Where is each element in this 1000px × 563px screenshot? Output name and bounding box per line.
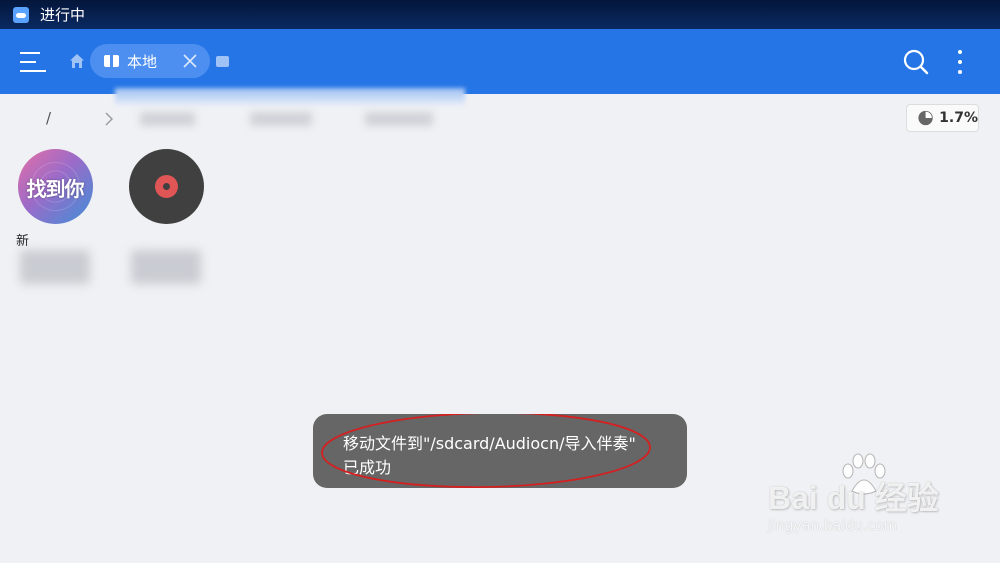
watermark-brand: Bai du 经验 <box>768 480 939 516</box>
file-item[interactable]: 找到你 新 <box>10 149 100 284</box>
home-icon[interactable] <box>69 53 85 69</box>
tab-local-label: 本地 <box>127 52 158 71</box>
book-icon <box>104 55 119 67</box>
watermark-url: jingyan.baidu.com <box>768 518 898 534</box>
baidu-jingyan-watermark: Bai du 经验 jingyan.baidu.com <box>768 453 988 543</box>
file-item[interactable] <box>121 149 211 284</box>
album-thumbnail-text: 找到你 <box>26 177 85 201</box>
breadcrumb-item-blurred[interactable] <box>250 112 312 126</box>
file-name <box>121 230 211 246</box>
close-icon[interactable] <box>183 54 197 68</box>
breadcrumb: / <box>0 104 900 132</box>
file-meta-blurred <box>20 250 90 284</box>
chevron-right-icon <box>105 112 113 126</box>
tab-local[interactable]: 本地 <box>90 44 210 78</box>
status-bar: 进行中 <box>0 0 1000 29</box>
storage-percent: 1.7% <box>939 110 978 126</box>
breadcrumb-item-blurred[interactable] <box>140 112 195 126</box>
status-text: 进行中 <box>40 6 86 24</box>
more-options-icon[interactable] <box>955 49 965 75</box>
highlight-ellipse <box>321 414 651 488</box>
menu-icon[interactable] <box>20 51 46 73</box>
file-name: 新 <box>16 234 30 246</box>
search-icon[interactable] <box>903 49 929 75</box>
book-icon[interactable] <box>216 56 229 67</box>
vinyl-record-icon <box>128 149 204 224</box>
storage-usage-chip[interactable]: 1.7% <box>906 104 979 132</box>
breadcrumb-item-blurred[interactable] <box>365 112 433 126</box>
cloud-app-icon <box>13 6 29 23</box>
album-thumbnail: 找到你 <box>17 149 93 224</box>
file-meta-blurred <box>131 250 201 284</box>
toast-message: 移动文件到"/sdcard/Audiocn/导入伴奏" 已成功 <box>313 414 687 488</box>
breadcrumb-root[interactable]: / <box>46 109 51 127</box>
pie-chart-icon <box>918 110 933 126</box>
toolbar: 本地 <box>0 29 1000 94</box>
